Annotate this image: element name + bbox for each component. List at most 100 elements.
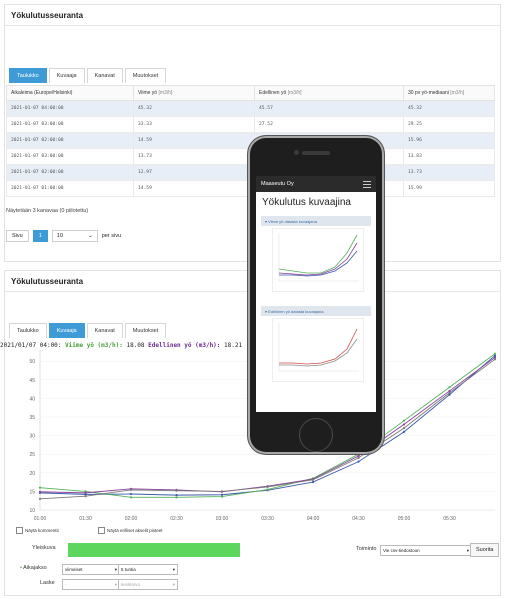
per-page-select[interactable]: 10 ⌄ [51, 230, 98, 242]
phone-company: Maaseutu Oy [261, 181, 294, 187]
chevron-down-icon: ▾ [172, 581, 175, 587]
table-header-row: Aikaleima (Europe/Helsinki) Viime yö [m3… [6, 85, 495, 101]
data-point [266, 488, 269, 491]
phone-screen: Maaseutu Oy Yökulutus kuvaajina ▾ Viime … [256, 176, 376, 412]
data-point [357, 456, 360, 460]
calculate-method-select[interactable]: keskiarvo ▾ [118, 579, 178, 590]
show-comments-checkbox[interactable]: Näytä kommentit [16, 527, 59, 534]
bottom-tabs: Taulukko Kuvaaja Kanavat Muutokset [9, 323, 167, 338]
data-point [311, 478, 315, 481]
x-tick-label: 03:00 [216, 516, 229, 522]
col-header-previous-night[interactable]: Edellinen yö [m3/h] [254, 85, 404, 101]
phone-mini-chart-1 [272, 228, 364, 292]
phone-mini-chart-2 [272, 318, 364, 382]
data-point [493, 358, 497, 361]
data-point [220, 490, 224, 493]
col-header-median[interactable]: 30 pv yö-mediaani [m3/h] [403, 85, 495, 101]
data-point [311, 480, 315, 484]
speaker-icon [302, 151, 330, 155]
per-page-label: per sivu [101, 233, 122, 239]
y-tick-label: 40 [29, 396, 35, 402]
phone-section-2[interactable]: ▾ Edellinen yö datasta kuvaajana [261, 306, 371, 316]
data-point [129, 488, 133, 492]
y-tick-label: 25 [29, 452, 35, 458]
pager-label: Sivu [6, 230, 29, 242]
phone-topbar: Maaseutu Oy [256, 176, 376, 192]
x-tick-label: 01:30 [79, 516, 92, 522]
overview-label: Yleiskuva [32, 545, 56, 551]
data-point [402, 430, 406, 433]
data-point [38, 490, 42, 493]
y-tick-label: 15 [29, 489, 35, 495]
tab-changes[interactable]: Muutokset [124, 323, 167, 338]
calculate-label: Laske [40, 580, 55, 586]
data-point [38, 486, 42, 489]
data-point [402, 427, 406, 430]
table-row: 2021-01-07 04:00:00 45.32 45.57 45.32 [6, 100, 495, 117]
data-point [448, 391, 451, 394]
tab-changes[interactable]: Muutokset [124, 68, 167, 83]
y-tick-label: 10 [29, 508, 35, 514]
data-point [220, 495, 224, 498]
top-tabs: Taulukko Kuvaaja Kanavat Muutokset [9, 68, 167, 83]
x-tick-label: 01:00 [34, 516, 47, 522]
home-button[interactable] [299, 418, 333, 452]
chevron-down-icon: ⌄ [88, 233, 93, 239]
period-length-select[interactable]: 5 tuntia ▾ [118, 564, 178, 575]
tab-chart[interactable]: Kuvaaja [48, 68, 85, 83]
x-tick-label: 02:00 [125, 516, 138, 522]
col-header-last-night[interactable]: Viime yö [m3/h] [133, 85, 255, 101]
chevron-down-icon: ▾ [172, 566, 175, 572]
data-point [493, 352, 497, 355]
data-point [84, 491, 87, 494]
tab-chart[interactable]: Kuvaaja [48, 323, 85, 338]
y-tick-label: 35 [29, 415, 35, 421]
overview-navigator[interactable] [68, 543, 240, 557]
tab-channels[interactable]: Kanavat [86, 68, 123, 83]
data-point [129, 492, 133, 496]
tab-table[interactable]: Taulukko [9, 68, 47, 83]
hamburger-menu-icon[interactable] [363, 180, 371, 188]
phone-title: Yökulutus kuvaajina [262, 197, 351, 208]
separate-axes-checkbox[interactable]: Näytä erilliset akselit pisteet [98, 527, 163, 534]
tab-table[interactable]: Taulukko [9, 323, 47, 338]
mini-chart-graphic-2 [278, 323, 359, 372]
top-panel-title: Yökulutusseuranta [5, 5, 500, 26]
data-point [266, 485, 269, 489]
data-point [129, 496, 133, 499]
chevron-down-icon: ▾ [114, 581, 117, 587]
y-tick-label: 50 [29, 359, 35, 365]
period-mode-select[interactable]: viimeiset ▾ [62, 564, 120, 575]
data-point [175, 494, 178, 497]
data-point [175, 496, 178, 499]
chevron-down-icon: ▾ [114, 566, 117, 572]
y-tick-label: 45 [29, 378, 35, 384]
col-header-timestamp[interactable]: Aikaleima (Europe/Helsinki) [6, 85, 134, 101]
x-tick-label: 05:00 [398, 516, 411, 522]
x-tick-label: 05:30 [443, 516, 456, 522]
tab-channels[interactable]: Kanavat [86, 323, 123, 338]
camera-icon [294, 150, 299, 155]
run-button[interactable]: Suorita [470, 543, 500, 557]
data-point [84, 495, 87, 498]
checkbox-box[interactable] [98, 527, 105, 534]
action-select[interactable]: Vie csv-tiedostoon ▾ [380, 545, 472, 556]
phone-section-1[interactable]: ▾ Viime yö datasta kuvaajana [261, 216, 371, 226]
calculate-select[interactable]: - ▾ [62, 579, 120, 590]
table-footer-info: Näytetään 3 kanavaa (0 piilotettu) [6, 208, 89, 214]
mini-chart-graphic-1 [278, 233, 359, 282]
y-tick-label: 20 [29, 471, 35, 477]
data-point [402, 423, 406, 426]
y-tick-label: 30 [29, 434, 35, 440]
pagination: Sivu 1 10 ⌄ per sivu [6, 230, 121, 242]
page-1-button[interactable]: 1 [32, 230, 48, 242]
checkbox-box[interactable] [16, 527, 23, 534]
x-tick-label: 04:30 [352, 516, 365, 522]
data-point [38, 497, 42, 500]
x-tick-label: 03:30 [261, 516, 274, 522]
table-row: 2021-01-07 03:00:00 33.33 27.52 29.25 [6, 116, 495, 133]
x-tick-label: 02:30 [170, 516, 183, 522]
data-point [175, 489, 178, 492]
chevron-down-icon: ▾ [466, 547, 469, 553]
active-dot-icon: • [20, 565, 22, 571]
